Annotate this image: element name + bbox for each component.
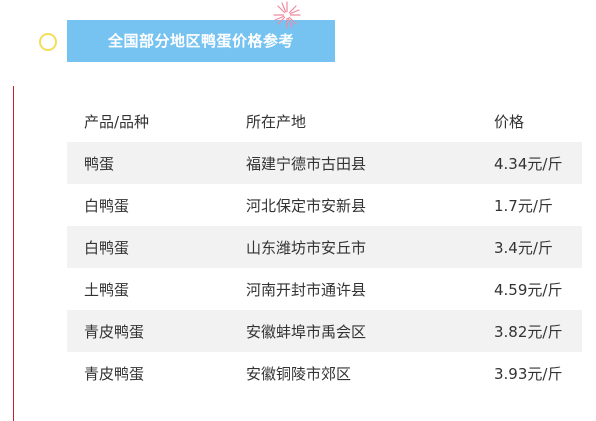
left-accent-rule — [13, 86, 14, 421]
cell-origin: 安徽蚌埠市禹会区 — [246, 322, 367, 341]
cell-origin: 河北保定市安新县 — [246, 196, 367, 215]
cell-origin: 安徽铜陵市郊区 — [246, 364, 352, 383]
cell-origin: 河南开封市通许县 — [246, 280, 367, 299]
column-header-price: 价格 — [494, 112, 525, 131]
table-row: 青皮鸭蛋 安徽铜陵市郊区 3.93元/斤 — [67, 352, 582, 394]
cell-price: 3.4元/斤 — [494, 238, 553, 257]
cell-product: 白鸭蛋 — [84, 238, 130, 257]
circle-decoration-icon — [39, 33, 57, 51]
price-table: 产品/品种 所在产地 价格 鸭蛋 福建宁德市古田县 4.34元/斤 白鸭蛋 河北… — [67, 100, 582, 394]
cell-price: 4.59元/斤 — [494, 280, 563, 299]
column-header-origin: 所在产地 — [246, 112, 307, 131]
cell-product: 白鸭蛋 — [84, 196, 130, 215]
table-row: 土鸭蛋 河南开封市通许县 4.59元/斤 — [67, 268, 582, 310]
table-row: 鸭蛋 福建宁德市古田县 4.34元/斤 — [67, 142, 582, 184]
cell-product: 青皮鸭蛋 — [84, 322, 145, 341]
cell-price: 3.93元/斤 — [494, 364, 563, 383]
cell-price: 4.34元/斤 — [494, 154, 563, 173]
firework-decoration-icon — [273, 1, 301, 29]
cell-product: 青皮鸭蛋 — [84, 364, 145, 383]
section-header: 全国部分地区鸭蛋价格参考 — [0, 0, 596, 70]
cell-price: 3.82元/斤 — [494, 322, 563, 341]
cell-price: 1.7元/斤 — [494, 196, 553, 215]
cell-product: 土鸭蛋 — [84, 280, 130, 299]
cell-product: 鸭蛋 — [84, 154, 115, 173]
table-header-row: 产品/品种 所在产地 价格 — [67, 100, 582, 142]
cell-origin: 山东潍坊市安丘市 — [246, 238, 367, 257]
table-row: 青皮鸭蛋 安徽蚌埠市禹会区 3.82元/斤 — [67, 310, 582, 352]
cell-origin: 福建宁德市古田县 — [246, 154, 367, 173]
table-row: 白鸭蛋 山东潍坊市安丘市 3.4元/斤 — [67, 226, 582, 268]
column-header-product: 产品/品种 — [84, 112, 150, 131]
table-row: 白鸭蛋 河北保定市安新县 1.7元/斤 — [67, 184, 582, 226]
